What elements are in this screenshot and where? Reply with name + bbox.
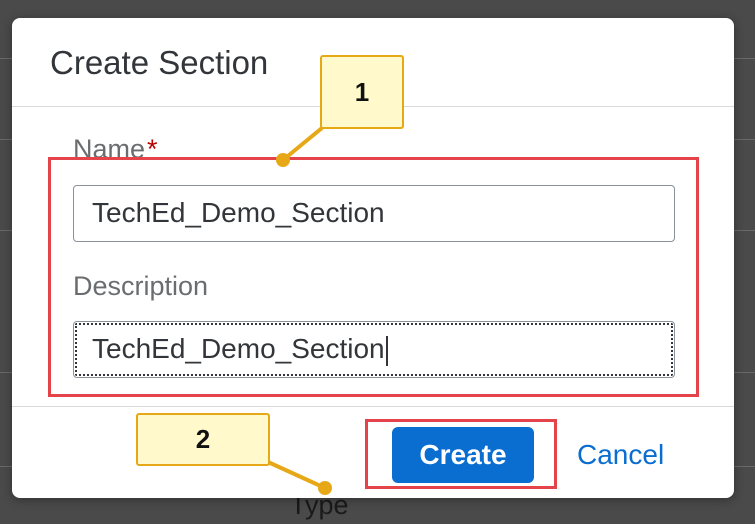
callout-1-leader (281, 126, 324, 162)
callout-1-pointer (276, 153, 290, 167)
callout-2-pointer (318, 481, 332, 495)
callout-2-leader (267, 460, 326, 490)
callout-1: 1 (320, 55, 404, 129)
callout-2: 2 (136, 413, 270, 466)
